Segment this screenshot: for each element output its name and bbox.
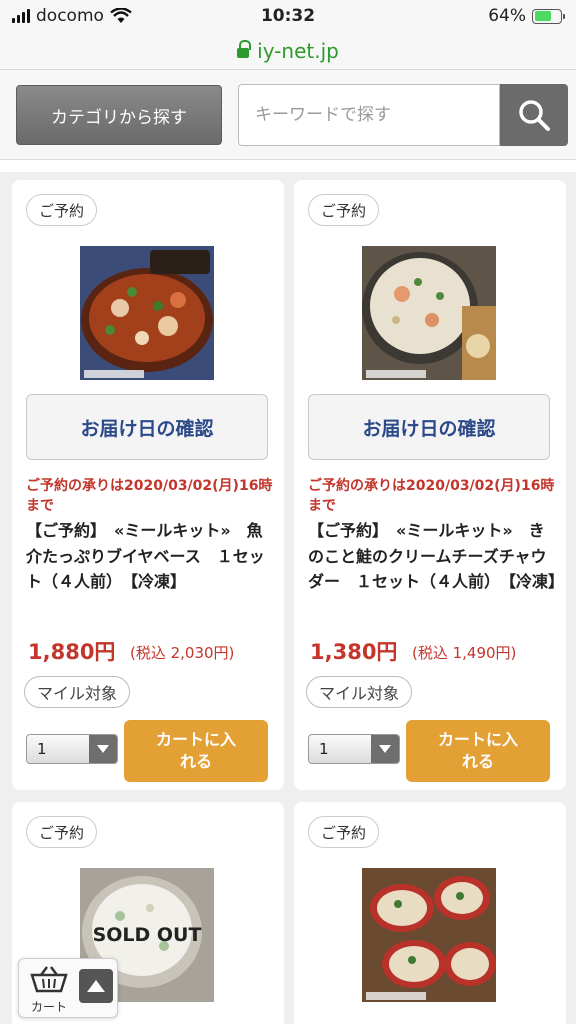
arrow-up-icon: [87, 980, 105, 992]
quantity-value: 1: [319, 740, 329, 758]
price: 1,380円: [310, 640, 398, 664]
product-card: ご予約 お届け日の確認 ご予約の承りは2020/03/02(月)16時まで 【ご…: [12, 180, 284, 790]
reservation-tag: ご予約: [26, 194, 98, 226]
divider: [0, 160, 576, 172]
delivery-date-button[interactable]: お届け日の確認: [308, 394, 550, 460]
battery-group: 64%: [488, 6, 565, 26]
status-bar: docomo 10:32 64%: [0, 0, 576, 32]
floating-cart-widget[interactable]: カート: [18, 958, 118, 1018]
search-header: カテゴリから探す: [0, 70, 576, 160]
order-deadline: ご予約の承りは2020/03/02(月)16時まで: [26, 478, 273, 515]
quantity-value: 1: [37, 740, 47, 758]
add-to-cart-button[interactable]: カートに入れる: [406, 720, 550, 782]
product-title[interactable]: 【ご予約】 «ミールキット» きのこと鮭のクリームチーズチャウダー １セット（４…: [308, 518, 564, 595]
quantity-select[interactable]: 1: [26, 734, 118, 764]
shopping-basket-icon: [30, 966, 68, 993]
battery-percent: 64%: [488, 6, 526, 26]
chevron-down-icon: [371, 735, 399, 763]
category-search-button[interactable]: カテゴリから探す: [16, 85, 222, 145]
scroll-to-top-button[interactable]: [79, 969, 113, 1003]
order-deadline: ご予約の承りは2020/03/02(月)16時まで: [308, 478, 555, 515]
tax-included-price: (税込 1,490円): [412, 644, 517, 662]
cart-label: カート: [31, 1000, 68, 1014]
lock-icon: [237, 39, 252, 60]
keyword-search-input[interactable]: [238, 84, 500, 146]
add-to-cart-label: カートに入れる: [155, 730, 236, 771]
search-button[interactable]: [500, 84, 568, 146]
product-image[interactable]: [80, 246, 214, 380]
product-image[interactable]: [362, 246, 496, 380]
add-to-cart-button[interactable]: カートに入れる: [124, 720, 268, 782]
search-icon: [519, 100, 550, 131]
product-image[interactable]: [362, 868, 496, 1002]
reservation-tag: ご予約: [308, 816, 380, 848]
add-to-cart-label: カートに入れる: [437, 730, 518, 771]
price: 1,880円: [28, 640, 116, 664]
reservation-tag: ご予約: [308, 194, 380, 226]
quantity-select[interactable]: 1: [308, 734, 400, 764]
delivery-date-button[interactable]: お届け日の確認: [26, 394, 268, 460]
reservation-tag: ご予約: [26, 816, 98, 848]
tax-included-price: (税込 2,030円): [130, 644, 235, 662]
battery-icon: [532, 8, 565, 24]
mile-eligible-badge: マイル対象: [24, 676, 131, 708]
product-title[interactable]: 【ご予約】 «ミールキット» 魚介たっぷりブイヤベース １セット（４人前） 【冷…: [26, 518, 274, 595]
url-bar[interactable]: iy-net.jp: [0, 32, 576, 70]
product-card: ご予約: [294, 802, 566, 1024]
mile-eligible-badge: マイル対象: [306, 676, 413, 708]
url-text[interactable]: iy-net.jp: [257, 39, 339, 63]
product-card: ご予約 お届け日の確認 ご予約の承りは2020/03/02(月)16時まで 【ご…: [294, 180, 566, 790]
chevron-down-icon: [89, 735, 117, 763]
